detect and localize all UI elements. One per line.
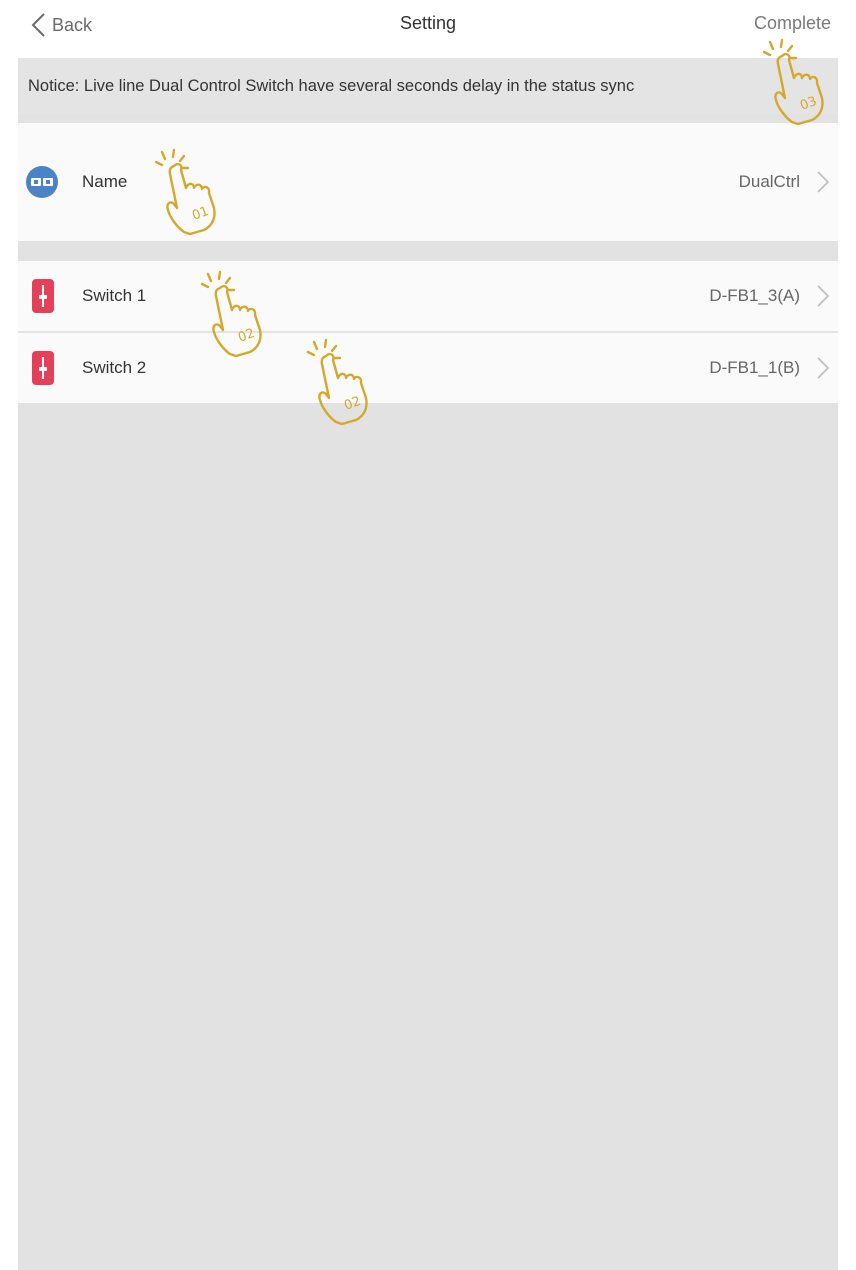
- chevron-right-icon: [817, 171, 830, 193]
- nav-bar: Back Setting Complete: [18, 0, 838, 58]
- switch-1-row[interactable]: Switch 1 D-FB1_3(A): [18, 261, 838, 331]
- name-value: DualCtrl: [738, 172, 800, 191]
- complete-button[interactable]: Complete: [754, 13, 831, 34]
- device-pair-icon: [26, 166, 58, 198]
- settings-screen: Back Setting Complete Notice: Live line …: [18, 0, 838, 1270]
- switch-2-row[interactable]: Switch 2 D-FB1_1(B): [18, 333, 838, 403]
- wall-switch-icon: [32, 279, 54, 313]
- page-title: Setting: [399, 13, 457, 33]
- chevron-right-icon: [817, 357, 830, 379]
- name-section: Name DualCtrl: [18, 123, 838, 241]
- wall-switch-icon: [32, 351, 54, 385]
- notice-text: Notice: Live line Dual Control Switch ha…: [28, 76, 635, 95]
- switch-1-value: D-FB1_3(A): [709, 286, 800, 305]
- notice-banner: Notice: Live line Dual Control Switch ha…: [18, 58, 838, 114]
- chevron-right-icon: [817, 285, 830, 307]
- switch-list: Switch 1 D-FB1_3(A) Switch 2 D-FB1_1(B): [18, 261, 838, 403]
- switch-1-label: Switch 1: [82, 286, 147, 305]
- switch-2-value: D-FB1_1(B): [709, 358, 800, 377]
- name-label: Name: [82, 172, 128, 191]
- switch-2-label: Switch 2: [82, 358, 147, 377]
- name-row[interactable]: Name DualCtrl: [18, 123, 838, 241]
